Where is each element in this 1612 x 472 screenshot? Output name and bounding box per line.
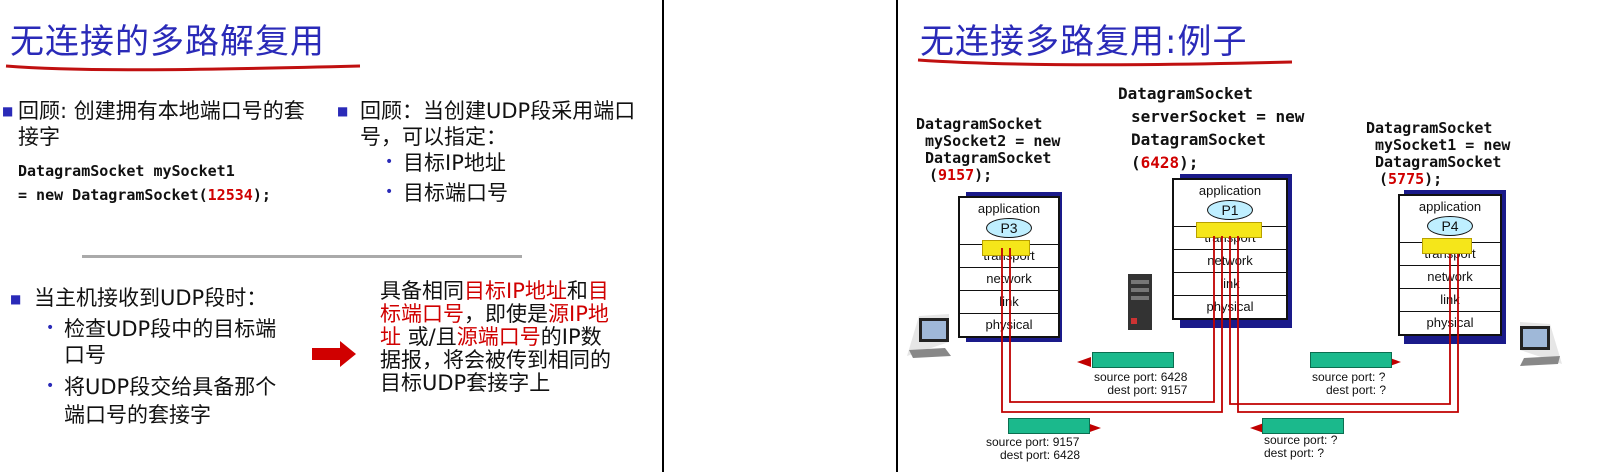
segment3-label: source port: 9157 dest port: 6428 bbox=[986, 436, 1080, 462]
result-line1: 具备相同目标IP地址和目 bbox=[380, 280, 611, 303]
code1-suffix: ); bbox=[252, 186, 271, 204]
result-line5: 目标UDP套接字上 bbox=[380, 371, 551, 395]
bullet-dot-icon: • bbox=[46, 320, 55, 336]
t: 目 bbox=[587, 279, 609, 303]
sub4-line2: 端口号的套接字 bbox=[64, 403, 211, 427]
udp-segment bbox=[1008, 418, 1090, 434]
t: 源端口号 bbox=[456, 325, 541, 349]
sub3-line1: 检查UDP段中的目标端 bbox=[64, 317, 277, 341]
segment2-label: source port: ? dest port: ? bbox=[1312, 371, 1386, 397]
sub4-line1: 将UDP段交给具备那个 bbox=[64, 375, 277, 399]
result-line4: 据报，将会被传到相同的 bbox=[380, 348, 611, 372]
t: dest port: ? bbox=[1264, 446, 1325, 460]
t: 标端口号 bbox=[380, 302, 464, 326]
bullet1-line2: 接字 bbox=[18, 125, 60, 149]
code1-prefix: = new DatagramSocket( bbox=[18, 186, 208, 204]
sub3-line2: 口号 bbox=[64, 343, 106, 367]
bullet-dot-icon: • bbox=[385, 184, 394, 200]
bullet1-line1: 回顾: 创建拥有本地端口号的套 bbox=[18, 99, 305, 123]
bullet3: 当主机接收到UDP段时： bbox=[34, 286, 268, 310]
result-paragraph: 具备相同目标IP地址和目 标端口号，即使是源IP地 址 或/且源端口号的IP数 … bbox=[380, 280, 611, 395]
t: dest port: 9157 bbox=[1107, 383, 1188, 397]
packet-flow-lines bbox=[1001, 236, 1459, 433]
bullet-dot-icon: • bbox=[385, 154, 394, 170]
t: 址 bbox=[380, 325, 401, 349]
code1-port: 12534 bbox=[207, 186, 253, 204]
bullet-square-icon: ■ bbox=[337, 104, 349, 118]
segment4-label: source port: ? dest port: ? bbox=[1264, 434, 1337, 460]
bullet-dot-icon: • bbox=[46, 378, 55, 394]
slide-border-left bbox=[662, 0, 664, 472]
bullet2-line2: 号，可以指定： bbox=[360, 125, 507, 149]
t: 目标IP地址 bbox=[464, 279, 567, 303]
sub-item-dest-port: 目标端口号 bbox=[403, 181, 508, 205]
code1-line2: = new DatagramSocket(12534); bbox=[18, 186, 271, 204]
code1-line1: DatagramSocket mySocket1 bbox=[18, 162, 235, 180]
t: 源IP地 bbox=[548, 302, 609, 326]
udp-segment bbox=[1092, 352, 1174, 368]
bullet-square-icon: ■ bbox=[2, 104, 14, 118]
t: 具备相同 bbox=[380, 279, 464, 303]
udp-segment bbox=[1262, 418, 1344, 434]
t: 或/且 bbox=[401, 325, 457, 349]
right-arrow-icon bbox=[312, 341, 356, 367]
t: dest port: 6428 bbox=[1000, 448, 1081, 462]
sub-item-dest-ip: 目标IP地址 bbox=[403, 151, 506, 175]
bullet-square-icon: ■ bbox=[10, 292, 22, 306]
udp-segment bbox=[1310, 352, 1392, 368]
t: ，即使是 bbox=[464, 302, 548, 326]
t: 和 bbox=[566, 279, 588, 303]
left-slide-title: 无连接的多路解复用 bbox=[10, 22, 325, 62]
title-underline bbox=[5, 64, 361, 72]
segment1-label: source port: 6428 dest port: 9157 bbox=[1094, 371, 1187, 397]
result-line2: 标端口号，即使是源IP地 bbox=[380, 303, 611, 326]
result-line3: 址 或/且源端口号的IP数 bbox=[380, 326, 611, 349]
t: dest port: ? bbox=[1326, 383, 1387, 397]
divider bbox=[82, 255, 522, 258]
t: 的IP数 bbox=[540, 325, 602, 349]
bullet2-line1: 回顾：当创建UDP段采用端口 bbox=[360, 99, 636, 123]
